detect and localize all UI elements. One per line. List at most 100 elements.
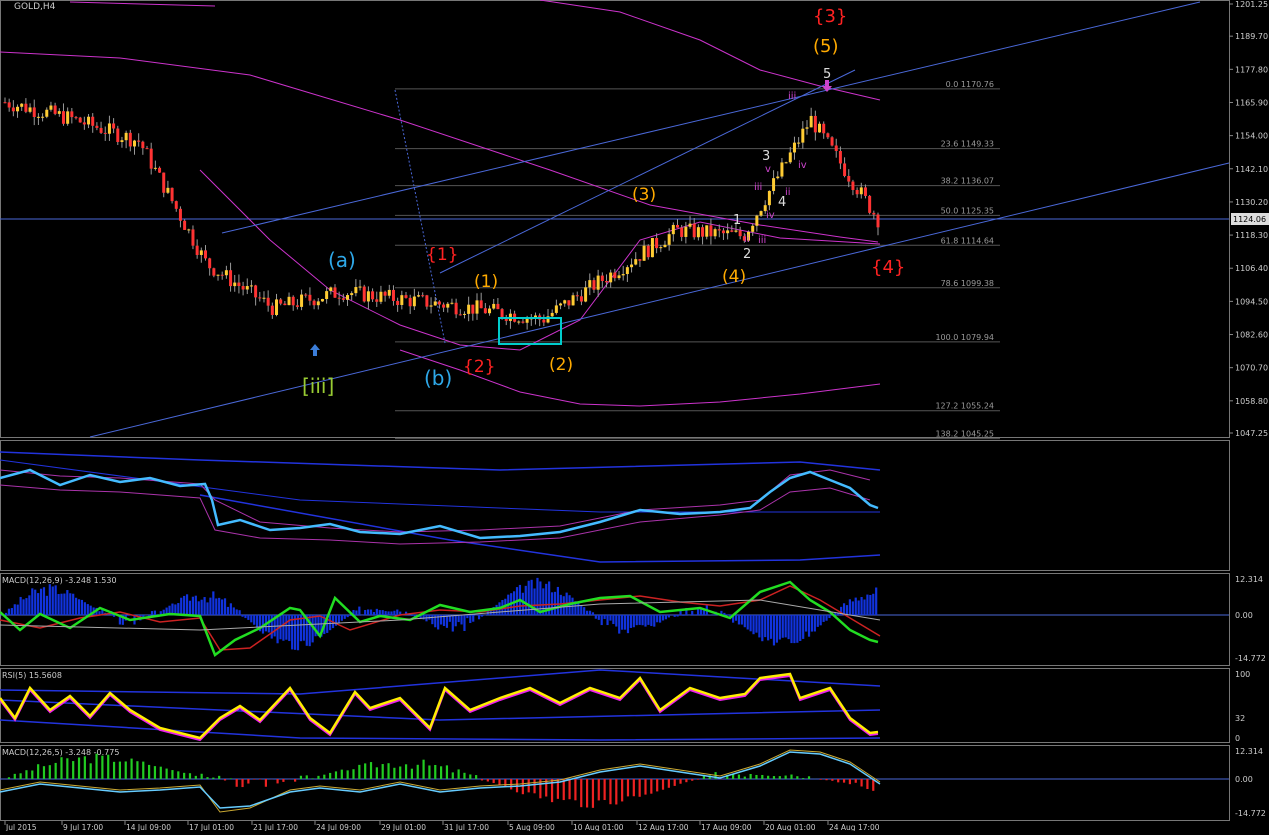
candle-body[interactable] — [442, 305, 445, 308]
candle-body[interactable] — [626, 267, 629, 274]
candle-body[interactable] — [542, 320, 545, 323]
candle-body[interactable] — [768, 191, 771, 205]
candle-body[interactable] — [872, 213, 875, 215]
candle-body[interactable] — [446, 304, 449, 308]
candle-body[interactable] — [689, 224, 692, 227]
candle-body[interactable] — [651, 238, 654, 257]
candle-body[interactable] — [797, 143, 800, 144]
candle-body[interactable] — [29, 107, 32, 111]
candle-body[interactable] — [584, 287, 587, 301]
candle-body[interactable] — [835, 146, 838, 151]
candle-body[interactable] — [567, 300, 570, 305]
candle-body[interactable] — [225, 270, 228, 275]
candle-body[interactable] — [680, 228, 683, 237]
candle-body[interactable] — [734, 230, 737, 231]
candle-body[interactable] — [267, 298, 270, 306]
candle-body[interactable] — [697, 227, 700, 237]
candle-body[interactable] — [304, 295, 307, 296]
candle-body[interactable] — [75, 117, 78, 118]
candle-body[interactable] — [388, 290, 391, 296]
candle-body[interactable] — [793, 143, 796, 153]
candle-body[interactable] — [563, 300, 566, 303]
candle-body[interactable] — [146, 148, 149, 149]
candle-body[interactable] — [517, 322, 520, 323]
candle-body[interactable] — [254, 285, 257, 297]
candle-body[interactable] — [338, 298, 341, 299]
candle-body[interactable] — [242, 286, 245, 289]
candle-body[interactable] — [488, 309, 491, 314]
candle-body[interactable] — [480, 300, 483, 308]
candle-body[interactable] — [622, 274, 625, 275]
candle-body[interactable] — [425, 295, 428, 306]
candle-body[interactable] — [187, 229, 190, 230]
candle-body[interactable] — [70, 111, 73, 117]
candle-body[interactable] — [555, 305, 558, 313]
candle-body[interactable] — [229, 270, 232, 286]
candle-body[interactable] — [467, 305, 470, 314]
candle-body[interactable] — [709, 225, 712, 236]
candle-body[interactable] — [95, 126, 98, 128]
candle-body[interactable] — [780, 162, 783, 176]
candle-body[interactable] — [250, 285, 253, 286]
candle-body[interactable] — [459, 314, 462, 315]
candle-body[interactable] — [283, 304, 286, 305]
candle-body[interactable] — [308, 295, 311, 301]
candle-body[interactable] — [217, 275, 220, 276]
candle-body[interactable] — [275, 299, 278, 315]
candle-body[interactable] — [204, 250, 207, 258]
candle-body[interactable] — [739, 230, 742, 236]
candle-body[interactable] — [526, 318, 529, 322]
candle-body[interactable] — [668, 234, 671, 245]
candle-body[interactable] — [354, 287, 357, 293]
candle-body[interactable] — [379, 292, 382, 302]
candle-body[interactable] — [776, 177, 779, 179]
candle-body[interactable] — [831, 137, 834, 145]
candle-body[interactable] — [588, 280, 591, 287]
candle-body[interactable] — [860, 187, 863, 194]
candle-body[interactable] — [672, 225, 675, 234]
candle-body[interactable] — [296, 305, 299, 307]
candle-body[interactable] — [659, 247, 662, 248]
candle-body[interactable] — [171, 188, 174, 201]
candle-body[interactable] — [805, 127, 808, 128]
candle-body[interactable] — [350, 293, 353, 295]
candle-body[interactable] — [851, 182, 854, 190]
candle-body[interactable] — [705, 225, 708, 236]
candle-body[interactable] — [400, 295, 403, 305]
candle-body[interactable] — [434, 301, 437, 305]
candle-body[interactable] — [116, 129, 119, 142]
candle-body[interactable] — [701, 227, 704, 236]
candle-body[interactable] — [492, 304, 495, 309]
candle-body[interactable] — [455, 303, 458, 315]
candle-body[interactable] — [384, 292, 387, 296]
candle-body[interactable] — [346, 295, 349, 300]
candle-body[interactable] — [129, 133, 132, 147]
candle-body[interactable] — [200, 250, 203, 255]
candle-body[interactable] — [137, 141, 140, 142]
candle-body[interactable] — [409, 298, 412, 306]
candle-body[interactable] — [329, 287, 332, 291]
candle-body[interactable] — [576, 295, 579, 296]
candle-body[interactable] — [843, 163, 846, 176]
candle-body[interactable] — [154, 168, 157, 169]
candle-body[interactable] — [814, 116, 817, 132]
candle-body[interactable] — [179, 209, 182, 221]
candle-body[interactable] — [62, 111, 65, 124]
candle-body[interactable] — [141, 142, 144, 148]
candle-body[interactable] — [8, 102, 11, 107]
candle-body[interactable] — [91, 117, 94, 126]
candle-body[interactable] — [325, 291, 328, 299]
candle-body[interactable] — [120, 140, 123, 142]
candle-body[interactable] — [801, 129, 804, 143]
chart-canvas[interactable]: 0.0 1170.7623.6 1149.3338.2 1136.0750.0 … — [0, 0, 1269, 831]
candle-body[interactable] — [647, 246, 650, 257]
candle-body[interactable] — [288, 297, 291, 305]
candle-body[interactable] — [822, 124, 825, 134]
candle-body[interactable] — [158, 168, 161, 173]
candle-body[interactable] — [730, 230, 733, 231]
candle-body[interactable] — [20, 104, 23, 107]
candle-body[interactable] — [342, 298, 345, 300]
candle-body[interactable] — [676, 225, 679, 228]
candle-body[interactable] — [684, 227, 687, 237]
candle-body[interactable] — [24, 104, 27, 112]
